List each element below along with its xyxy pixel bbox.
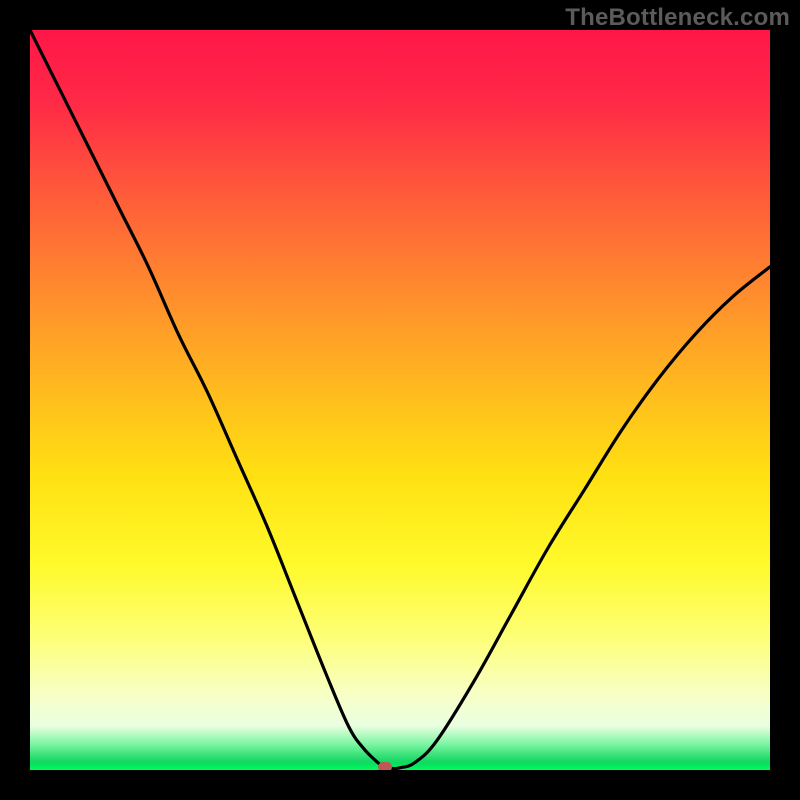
bottleneck-curve — [30, 30, 770, 769]
curve-svg — [30, 30, 770, 770]
plot-area — [30, 30, 770, 770]
watermark-text: TheBottleneck.com — [565, 4, 790, 32]
minimum-marker — [378, 762, 392, 770]
chart-frame: TheBottleneck.com — [0, 0, 800, 800]
